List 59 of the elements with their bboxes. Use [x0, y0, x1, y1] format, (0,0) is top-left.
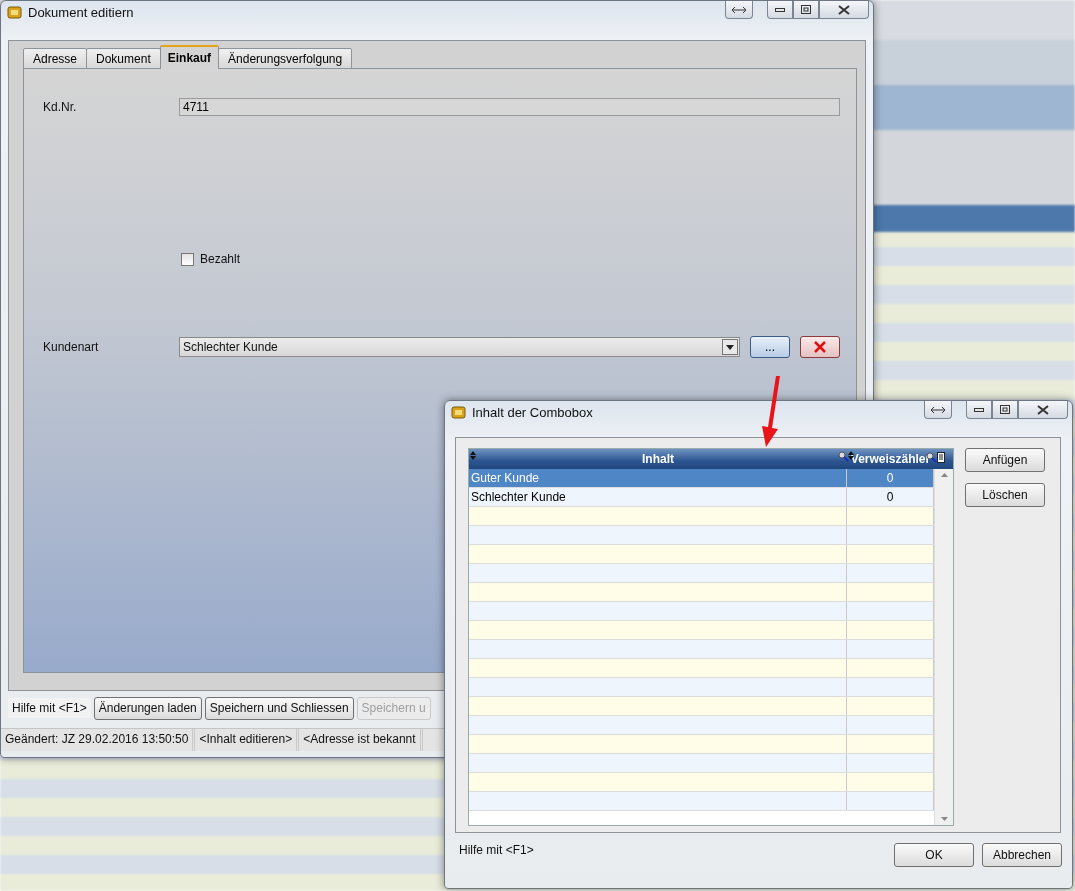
status-text: Geändert: JZ 29.02.2016 13:50:50: [1, 729, 196, 751]
close-icon: [838, 4, 850, 15]
minimize-icon: [775, 7, 785, 12]
document-icon: [937, 451, 945, 463]
minimize-button[interactable]: [966, 401, 992, 419]
side-button[interactable]: Löschen: [965, 483, 1045, 507]
double-arrow-icon: [930, 405, 946, 414]
table-cell: Guter Kunde: [469, 469, 847, 487]
maximize-button[interactable]: [793, 1, 819, 19]
text-field[interactable]: 4711: [179, 98, 840, 116]
close-icon: [1037, 404, 1049, 415]
window-title: Dokument editiern: [28, 4, 135, 20]
dialog-button[interactable]: OK: [894, 843, 974, 867]
scroll-up-icon: [940, 473, 948, 477]
sort-icon: [470, 451, 476, 460]
resize-button[interactable]: [924, 401, 952, 419]
table-row[interactable]: Schlechter Kunde 0: [469, 488, 934, 507]
tab[interactable]: Einkauf: [159, 45, 220, 69]
minimize-icon: [974, 407, 984, 412]
combobox[interactable]: Schlechter Kunde: [179, 337, 740, 357]
help-hint: Hilfe mit <F1>: [8, 698, 91, 718]
resize-button[interactable]: [725, 1, 753, 19]
more-button[interactable]: ...: [750, 336, 790, 358]
field-label: Kd.Nr.: [43, 100, 78, 114]
footer-button[interactable]: Speichern und Schliessen: [204, 696, 354, 720]
scrollbar[interactable]: [934, 469, 953, 825]
checkbox-label: Bezahlt: [200, 252, 241, 266]
maximize-button[interactable]: [992, 401, 1018, 419]
status-text: <Inhalt editieren>: [195, 729, 300, 751]
app-icon: [451, 405, 466, 419]
close-button[interactable]: [1018, 401, 1068, 419]
clear-button[interactable]: [800, 336, 840, 358]
maximize-icon: [1000, 405, 1010, 414]
table-row[interactable]: Guter Kunde 0: [469, 469, 934, 488]
double-arrow-icon: [731, 5, 747, 14]
dropdown-button[interactable]: [722, 339, 738, 355]
tab[interactable]: Änderungsverfolgung: [218, 48, 353, 69]
field-label: Kundenart: [43, 340, 100, 354]
app-icon: [7, 5, 22, 19]
cross-icon: [813, 340, 827, 354]
window-title: Inhalt der Combobox: [472, 404, 594, 420]
maximize-icon: [801, 5, 811, 14]
help-hint: Hilfe mit <F1>: [459, 843, 534, 857]
column-header[interactable]: Inhalt: [642, 452, 674, 466]
caret-icon: [726, 344, 734, 350]
minimize-button[interactable]: [767, 1, 793, 19]
status-text: <Adresse ist bekannt: [299, 729, 423, 751]
footer-button[interactable]: Änderungen laden: [93, 696, 202, 720]
dialog-button[interactable]: Abbrechen: [982, 843, 1062, 867]
side-button[interactable]: Anfügen: [965, 448, 1045, 472]
search-icon: [926, 451, 937, 463]
tab[interactable]: Dokument: [86, 48, 161, 69]
table-cell: Schlechter Kunde: [469, 488, 847, 506]
column-header[interactable]: Verweiszähler: [850, 452, 931, 466]
search-icon: [838, 451, 849, 462]
scroll-down-icon: [940, 817, 948, 821]
checkbox[interactable]: [181, 252, 194, 266]
close-button[interactable]: [819, 1, 869, 19]
tab[interactable]: Adresse: [23, 48, 88, 69]
